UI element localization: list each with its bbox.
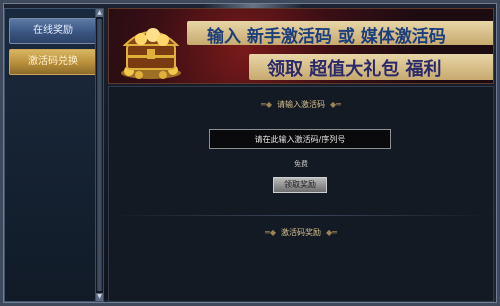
reward-section-header: ═◆ 激活码奖励 ◆═ bbox=[109, 227, 493, 238]
redeem-panel: ═◆ 请输入激活码 ◆═ 免费 领取奖励 ═◆ 激活码奖励 ◆═ bbox=[108, 86, 494, 302]
scroll-thumb[interactable] bbox=[97, 19, 102, 291]
free-label: 免费 bbox=[294, 160, 308, 168]
sidebar-scrollbar[interactable]: ▲ ▼ bbox=[95, 8, 104, 302]
arrow-up-icon[interactable]: ▲ bbox=[96, 9, 103, 17]
input-section-title: 请输入激活码 bbox=[277, 100, 325, 109]
banner-subheadline: 领取 超值大礼包 福利 bbox=[267, 59, 442, 80]
banner-headline: 输入 新手激活码 或 媒体激活码 bbox=[207, 27, 446, 47]
ornament-right-icon: ◆═ bbox=[330, 100, 341, 109]
input-section-header: ═◆ 请输入激活码 ◆═ bbox=[109, 99, 493, 110]
promo-banner: 输入 新手激活码 或 媒体激活码 领取 超值大礼包 福利 bbox=[108, 8, 494, 84]
sidebar: 在线奖励 激活码兑换 bbox=[4, 8, 99, 302]
section-divider bbox=[109, 215, 493, 216]
sidebar-item-code-redeem[interactable]: 激活码兑换 bbox=[9, 49, 97, 75]
sidebar-item-online-reward[interactable]: 在线奖励 bbox=[9, 18, 97, 44]
ornament-right-icon: ◆═ bbox=[326, 228, 337, 237]
treasure-chest-icon bbox=[121, 28, 181, 79]
activation-code-input[interactable] bbox=[209, 129, 391, 149]
reward-section-title: 激活码奖励 bbox=[281, 228, 321, 237]
ornament-left-icon: ═◆ bbox=[261, 100, 272, 109]
claim-reward-button[interactable]: 领取奖励 bbox=[273, 177, 327, 193]
arrow-down-icon[interactable]: ▼ bbox=[96, 293, 103, 301]
ornament-left-icon: ═◆ bbox=[265, 228, 276, 237]
